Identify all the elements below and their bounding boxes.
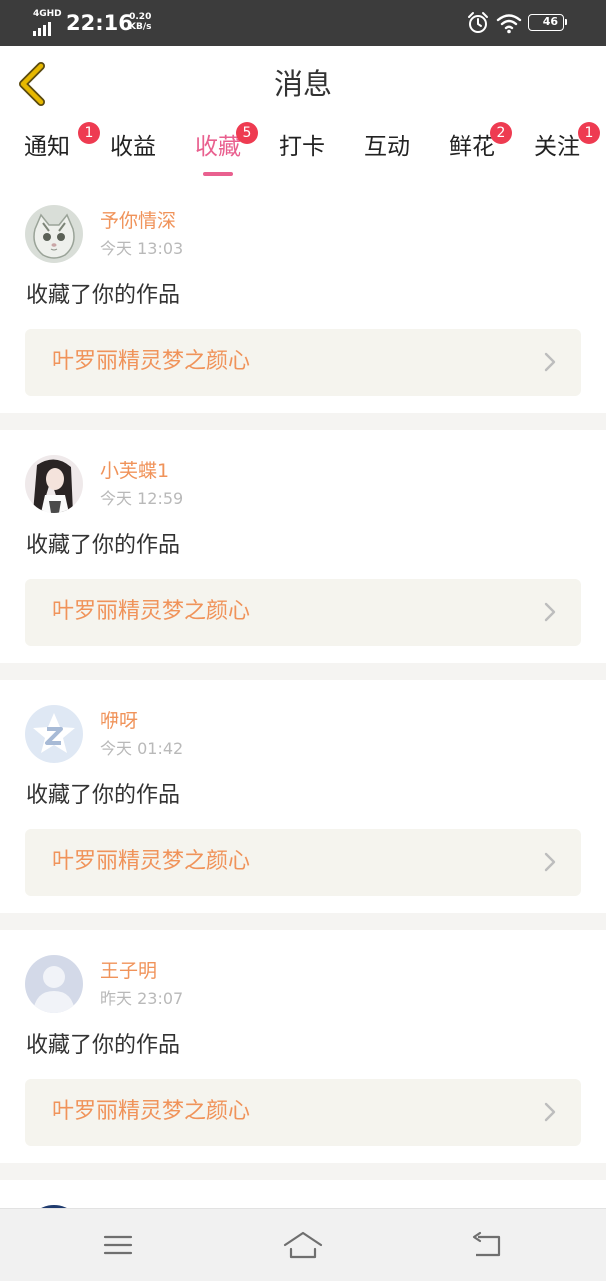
battery-indicator: 46 xyxy=(528,14,567,31)
tab-checkin[interactable]: 打卡 xyxy=(279,130,325,178)
unread-badge: 2 xyxy=(490,122,512,144)
chevron-right-icon xyxy=(544,602,556,622)
unread-badge: 1 xyxy=(578,122,600,144)
chevron-right-icon xyxy=(544,852,556,872)
menu-button[interactable] xyxy=(98,1225,138,1265)
action-text: 收藏了你的作品 xyxy=(26,783,181,808)
timestamp: 今天 01:42 xyxy=(100,739,184,758)
tab-label: 通知 xyxy=(24,134,70,160)
wifi-icon xyxy=(496,12,522,34)
active-tab-indicator xyxy=(203,172,233,176)
page-title: 消息 xyxy=(273,67,332,101)
work-title: 叶罗丽精灵梦之颜心 xyxy=(52,349,251,374)
avatar[interactable] xyxy=(25,705,83,763)
unread-badge: 1 xyxy=(78,122,100,144)
tab-notifications[interactable]: 通知 1 xyxy=(24,122,100,178)
chevron-right-icon xyxy=(544,352,556,372)
tab-following[interactable]: 关注 1 xyxy=(534,122,600,178)
work-link[interactable]: 叶罗丽精灵梦之颜心 xyxy=(25,329,581,396)
speed-value: 0.20 xyxy=(129,12,152,22)
alarm-icon xyxy=(466,11,490,35)
user-name[interactable]: 小芙蝶1 xyxy=(100,458,169,484)
work-title: 叶罗丽精灵梦之颜心 xyxy=(52,849,251,874)
avatar[interactable] xyxy=(25,955,83,1013)
user-name[interactable]: 王子明 xyxy=(100,958,157,984)
list-item xyxy=(0,1180,606,1208)
back-icon xyxy=(472,1231,501,1257)
work-link[interactable]: 叶罗丽精灵梦之颜心 xyxy=(25,829,581,896)
speed-unit: KB/s xyxy=(129,22,152,32)
work-title: 叶罗丽精灵梦之颜心 xyxy=(52,1099,251,1124)
action-text: 收藏了你的作品 xyxy=(26,533,181,558)
tab-label: 鲜花 xyxy=(449,134,495,160)
message-list: 予你情深 今天 13:03 收藏了你的作品 叶罗丽精灵梦之颜心 小芙蝶1 今天 … xyxy=(0,180,606,1208)
list-item: 咿呀 今天 01:42 收藏了你的作品 叶罗丽精灵梦之颜心 xyxy=(0,680,606,913)
network-speed: 0.20 KB/s xyxy=(129,12,151,32)
list-item: 小芙蝶1 今天 12:59 收藏了你的作品 叶罗丽精灵梦之颜心 xyxy=(0,430,606,663)
app-header: 消息 xyxy=(0,46,606,123)
work-link[interactable]: 叶罗丽精灵梦之颜心 xyxy=(25,579,581,646)
action-text: 收藏了你的作品 xyxy=(26,1033,181,1058)
user-name[interactable]: 咿呀 xyxy=(100,708,138,734)
home-icon xyxy=(283,1231,323,1259)
work-link[interactable]: 叶罗丽精灵梦之颜心 xyxy=(25,1079,581,1146)
work-title: 叶罗丽精灵梦之颜心 xyxy=(52,599,251,624)
clock: 22:16 xyxy=(66,11,133,35)
tab-earnings[interactable]: 收益 xyxy=(110,130,156,178)
tab-label: 关注 xyxy=(534,134,580,160)
action-text: 收藏了你的作品 xyxy=(26,283,181,308)
system-navigation-bar xyxy=(0,1208,606,1281)
list-item: 王子明 昨天 23:07 收藏了你的作品 叶罗丽精灵梦之颜心 xyxy=(0,930,606,1163)
timestamp: 今天 13:03 xyxy=(100,239,184,258)
menu-icon xyxy=(103,1235,133,1255)
unread-badge: 5 xyxy=(236,122,258,144)
back-nav-button[interactable] xyxy=(468,1225,508,1265)
user-name[interactable]: 予你情深 xyxy=(100,208,176,234)
tab-label: 收益 xyxy=(110,134,156,160)
avatar[interactable] xyxy=(25,205,83,263)
tab-label: 收藏 xyxy=(195,134,241,160)
avatar[interactable] xyxy=(25,455,83,513)
message-tabs: 通知 1 收益 收藏 5 打卡 互动 鲜花 2 关注 1 xyxy=(0,122,606,180)
tab-favorites[interactable]: 收藏 5 xyxy=(195,122,258,178)
timestamp: 昨天 23:07 xyxy=(100,989,184,1008)
tab-flowers[interactable]: 鲜花 2 xyxy=(449,122,512,178)
list-item: 予你情深 今天 13:03 收藏了你的作品 叶罗丽精灵梦之颜心 xyxy=(0,180,606,413)
network-type: 4GHD xyxy=(33,9,62,19)
cellular-signal-icon: 4GHD xyxy=(33,9,62,36)
status-bar: 4GHD 22:16 0.20 KB/s 46 xyxy=(0,0,606,46)
tab-interaction[interactable]: 互动 xyxy=(364,130,410,178)
home-button[interactable] xyxy=(283,1225,323,1265)
timestamp: 今天 12:59 xyxy=(100,489,184,508)
chevron-right-icon xyxy=(544,1102,556,1122)
tab-label: 打卡 xyxy=(279,134,325,160)
tab-label: 互动 xyxy=(364,134,410,160)
